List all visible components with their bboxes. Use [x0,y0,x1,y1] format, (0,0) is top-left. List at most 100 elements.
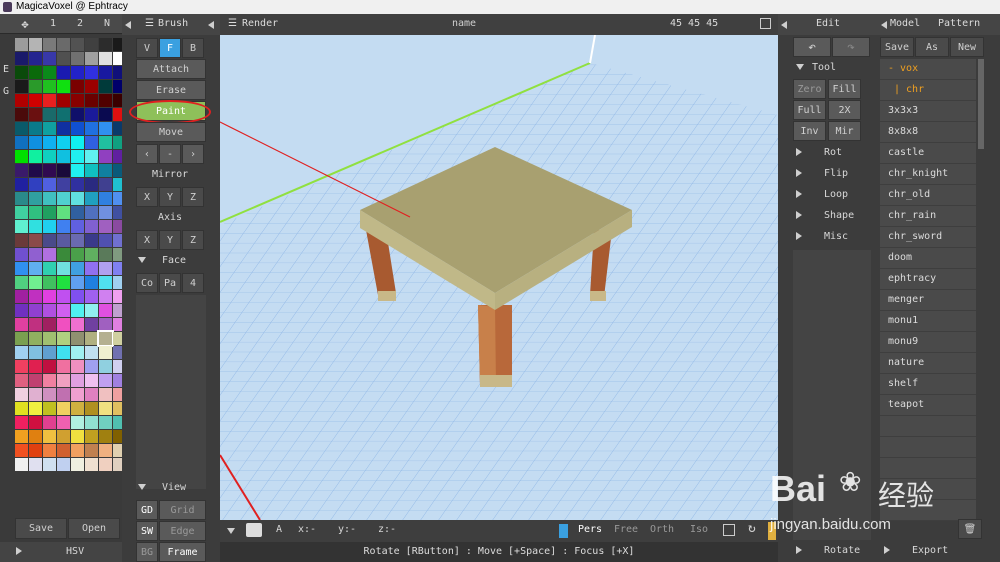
palette-swatch[interactable] [71,304,84,317]
palette-swatch[interactable] [15,206,28,219]
undo-button[interactable]: ↶ [793,37,831,57]
palette-swatch[interactable] [43,276,56,289]
side-letter-g[interactable]: G [3,86,11,97]
shape-section[interactable]: Shape [796,206,854,226]
palette-swatch[interactable] [85,150,98,163]
file-item[interactable]: ephtracy [880,269,976,290]
palette-swatch[interactable] [15,234,28,247]
palette-swatch[interactable] [99,178,112,191]
file-item[interactable]: monu9 [880,332,976,353]
palette-tab-2[interactable]: 2 [73,14,87,34]
palette-swatch[interactable] [15,360,28,373]
palette-open-button[interactable]: Open [68,518,120,539]
palette-swatch[interactable] [99,136,112,149]
model-name-field[interactable]: name [452,14,476,34]
palette-swatch[interactable] [99,164,112,177]
palette-swatch[interactable] [99,192,112,205]
palette-swatch[interactable] [15,332,28,345]
palette-swatch[interactable] [99,402,112,415]
palette-swatch[interactable] [15,276,28,289]
model-new-button[interactable]: New [950,37,984,57]
palette-swatch[interactable] [99,122,112,135]
face-pa[interactable]: Pa [159,273,181,293]
view-section[interactable]: View [138,478,186,498]
palette-swatch[interactable] [15,430,28,443]
palette-swatch[interactable] [71,444,84,457]
attach-button[interactable]: Attach [136,59,206,79]
palette-swatch[interactable] [29,304,42,317]
palette-swatch[interactable] [57,430,70,443]
model-dims[interactable]: 45 45 45 [670,14,718,34]
palette-swatch[interactable] [99,150,112,163]
view-sw[interactable]: SW [136,521,158,541]
palette-swatch[interactable] [71,346,84,359]
palette-swatch[interactable] [85,206,98,219]
palette-swatch[interactable] [85,332,98,345]
palette-swatch[interactable] [43,178,56,191]
proj-orth[interactable]: Orth [650,524,674,535]
palette-swatch[interactable] [57,304,70,317]
palette-swatch[interactable] [15,458,28,471]
palette-swatch[interactable] [57,332,70,345]
file-item[interactable]: menger [880,290,976,311]
axis-z[interactable]: Z [182,230,204,250]
palette-swatch[interactable] [29,108,42,121]
palette-swatch[interactable] [99,360,112,373]
palette-swatch[interactable] [15,346,28,359]
palette-swatch[interactable] [57,318,70,331]
palette-swatch[interactable] [15,150,28,163]
palette-swatch[interactable] [99,458,112,471]
palette-swatch[interactable] [15,290,28,303]
palette-swatch[interactable] [43,402,56,415]
palette-swatch[interactable] [71,248,84,261]
brush-menu-icon[interactable]: ☰ [145,14,154,34]
tool-fill[interactable]: Fill [828,79,861,99]
palette-swatch[interactable] [43,192,56,205]
rotate-section[interactable]: Rotate [796,541,860,561]
palette-swatch[interactable] [57,164,70,177]
palette-swatch[interactable] [71,374,84,387]
file-item[interactable]: castle [880,143,976,164]
palette-swatch[interactable] [71,388,84,401]
file-item[interactable]: teapot [880,395,976,416]
face-co[interactable]: Co [136,273,158,293]
palette-swatch[interactable] [57,444,70,457]
palette-swatch[interactable] [99,52,112,65]
palette-swatch[interactable] [15,388,28,401]
palette-swatch[interactable] [29,444,42,457]
palette-swatch[interactable] [85,402,98,415]
palette-swatch[interactable] [57,416,70,429]
palette-swatch[interactable] [29,276,42,289]
brush-mode-f[interactable]: F [159,38,181,58]
palette-swatch[interactable] [57,150,70,163]
palette-swatch[interactable] [85,262,98,275]
palette-swatch[interactable] [71,290,84,303]
collapse-left-icon[interactable] [208,21,214,29]
palette-swatch[interactable] [85,304,98,317]
palette-swatch[interactable] [57,108,70,121]
palette-swatch[interactable] [85,220,98,233]
palette-swatch[interactable] [43,94,56,107]
palette-swatch[interactable] [99,234,112,247]
axis-x[interactable]: X [136,230,158,250]
file-item[interactable]: nature [880,353,976,374]
palette-swatch[interactable] [99,444,112,457]
collapse-left-icon[interactable] [881,21,887,29]
palette-swatch[interactable] [15,178,28,191]
palette-swatch[interactable] [15,444,28,457]
palette-swatch[interactable] [71,416,84,429]
palette-swatch[interactable] [29,318,42,331]
palette-swatch[interactable] [43,206,56,219]
palette-swatch[interactable] [43,136,56,149]
palette-swatch[interactable] [57,206,70,219]
palette-swatch[interactable] [71,52,84,65]
palette-swatch[interactable] [57,248,70,261]
palette-swatch[interactable] [43,332,56,345]
collapse-left-icon[interactable] [781,21,787,29]
palette-swatch[interactable] [29,374,42,387]
palette-swatch[interactable] [57,360,70,373]
palette-swatch[interactable] [57,38,70,51]
palette-swatch[interactable] [43,234,56,247]
palette-swatch[interactable] [71,38,84,51]
palette-swatch[interactable] [29,458,42,471]
